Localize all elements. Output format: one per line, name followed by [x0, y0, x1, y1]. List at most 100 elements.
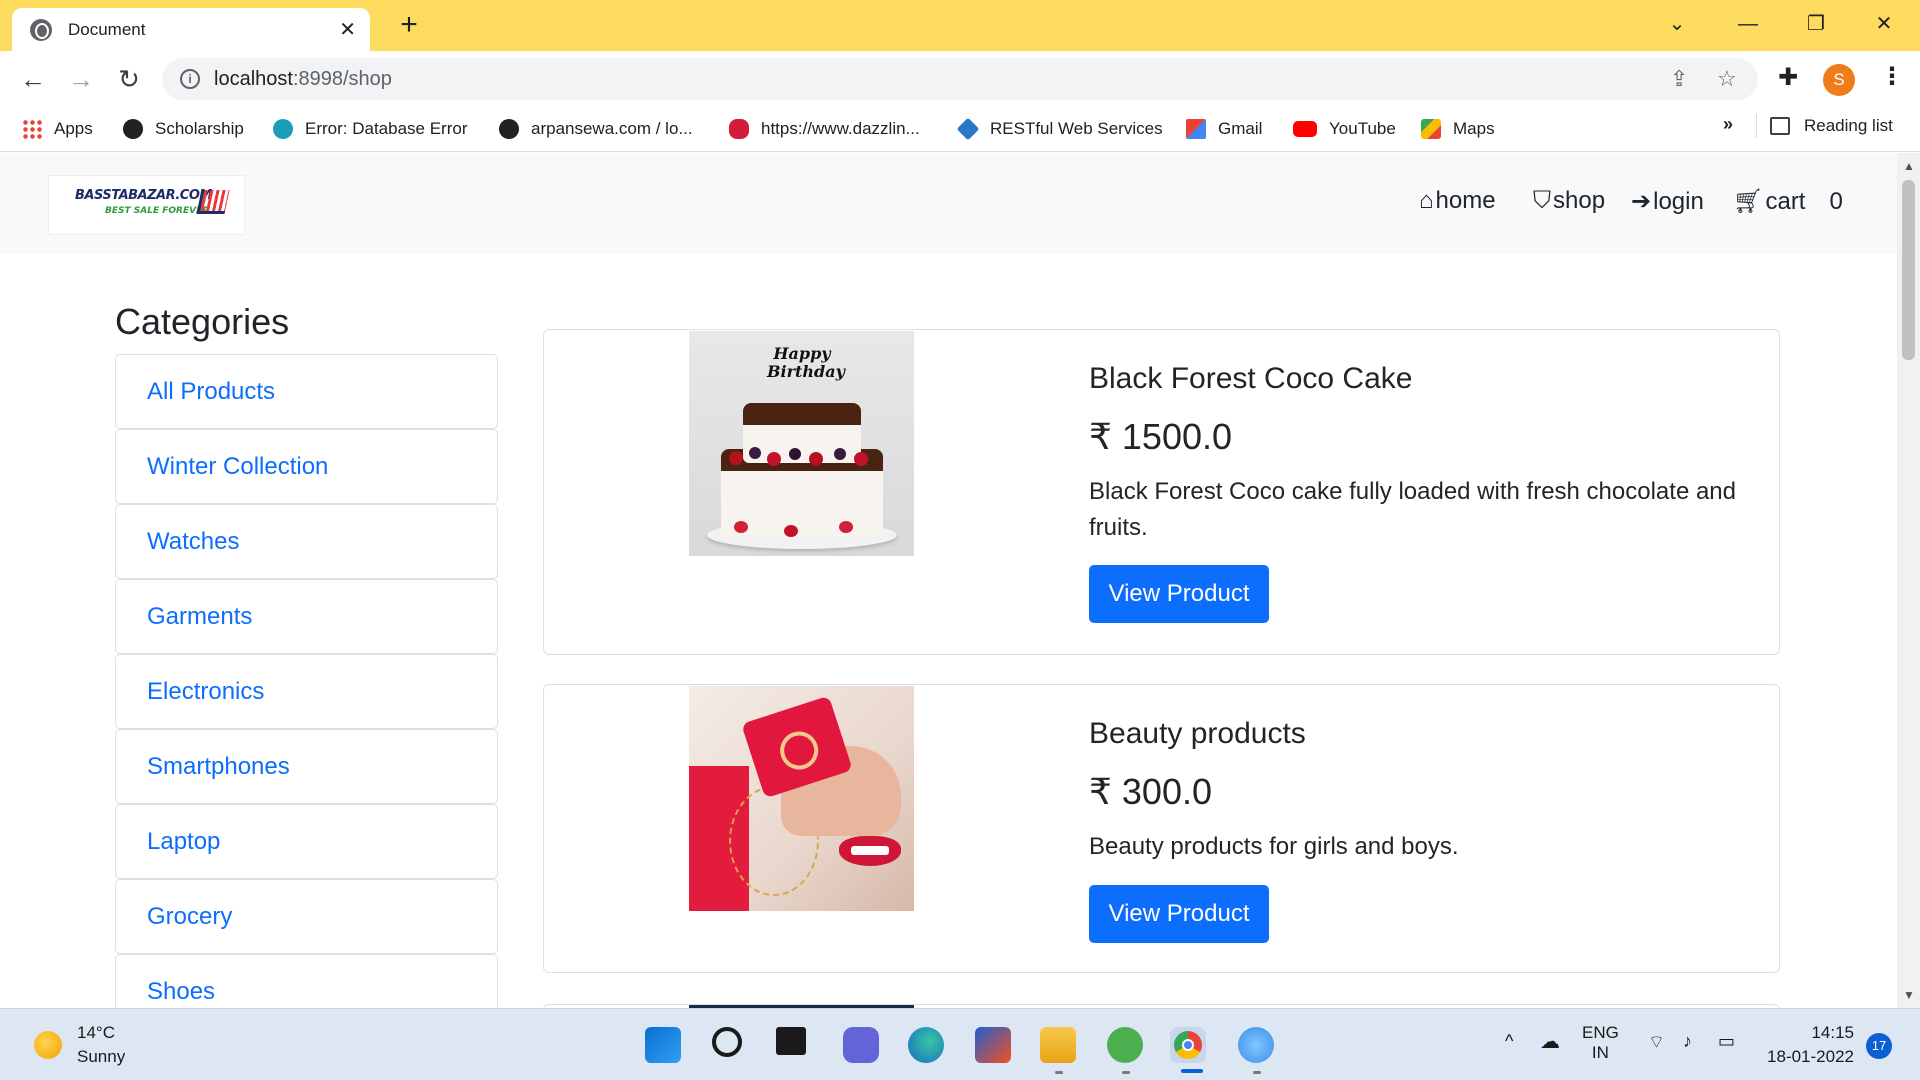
diamond-icon — [956, 117, 980, 141]
category-smartphones[interactable]: Smartphones — [115, 729, 498, 804]
nav-home-link[interactable]: ⌂ home — [1419, 187, 1496, 215]
forward-button[interactable]: → — [61, 59, 101, 99]
show-hidden-icons-chevron-icon[interactable]: ^ — [1505, 1031, 1513, 1052]
view-product-button[interactable]: View Product — [1089, 565, 1269, 623]
start-windows-icon[interactable] — [645, 1027, 681, 1063]
nav-cart-link[interactable]: 🛒︎ cart 0 — [1733, 187, 1843, 216]
notification-badge[interactable]: 17 — [1866, 1033, 1892, 1059]
chrome-browser-icon[interactable] — [1170, 1027, 1206, 1063]
profile-avatar[interactable]: S — [1823, 64, 1855, 96]
category-grocery[interactable]: Grocery — [115, 879, 498, 954]
category-garments[interactable]: Garments — [115, 579, 498, 654]
wifi-icon[interactable]: ⌔ — [1648, 1031, 1665, 1054]
bookmark-gmail[interactable]: Gmail — [1186, 116, 1262, 142]
browser-tab-active[interactable]: Document ✕ — [12, 8, 370, 51]
bookmark-maps[interactable]: Maps — [1421, 116, 1495, 142]
nav-shop-link[interactable]: ⛉ shop — [1533, 187, 1605, 215]
product-name: Beauty products — [1089, 717, 1306, 750]
product-card: Happy Birthday Black Forest Coco Cake ₹ … — [543, 329, 1780, 655]
apps-grid-icon — [22, 119, 42, 139]
logo-tagline: BEST SALE FOREVER — [105, 206, 210, 216]
site-logo[interactable]: BASSTABAZAR.COM BEST SALE FOREVER — [48, 175, 245, 235]
clock[interactable]: 14:15 18-01-2022 — [1766, 1023, 1854, 1067]
cake-topper-text: Happy Birthday — [767, 344, 845, 381]
search-icon[interactable] — [712, 1027, 742, 1057]
bookmark-restful[interactable]: RESTful Web Services — [956, 116, 1163, 142]
bookmarks-overflow-button[interactable]: » — [1723, 114, 1733, 135]
back-button[interactable]: ← — [13, 59, 53, 99]
bookmark-dazzling[interactable]: https://www.dazzlin... — [729, 116, 920, 142]
close-window-button[interactable]: ✕ — [1854, 6, 1914, 42]
paint-app-icon[interactable] — [1238, 1027, 1274, 1063]
scroll-up-arrow-icon[interactable]: ▲ — [1903, 159, 1915, 173]
tab-search-chevron-icon[interactable]: ⌄ — [1647, 6, 1707, 42]
running-indicator — [1122, 1071, 1130, 1074]
minimize-button[interactable]: — — [1718, 6, 1778, 42]
browser-tab-strip: Document ✕ + ⌄ — ❐ ✕ — [0, 0, 1920, 51]
site-navbar: BASSTABAZAR.COM BEST SALE FOREVER ⌂ home… — [0, 153, 1897, 254]
category-all-products[interactable]: All Products — [115, 354, 498, 429]
spring-tool-suite-icon[interactable] — [1107, 1027, 1143, 1063]
reading-list-icon — [1770, 117, 1790, 135]
battery-icon[interactable]: ▭ — [1718, 1031, 1735, 1052]
bookmarks-bar: Apps Scholarship Error: Database Error a… — [0, 106, 1920, 152]
category-electronics[interactable]: Electronics — [115, 654, 498, 729]
site-info-icon[interactable]: i — [180, 69, 200, 89]
bookmark-apps[interactable]: Apps — [22, 116, 93, 142]
bookmark-arpansewa[interactable]: arpansewa.com / lo... — [499, 116, 693, 142]
gmail-icon — [1186, 119, 1206, 139]
scroll-down-arrow-icon[interactable]: ▼ — [1903, 988, 1915, 1002]
file-explorer-icon[interactable] — [1040, 1027, 1076, 1063]
share-icon[interactable]: ⇪ — [1670, 66, 1688, 92]
globe-icon — [123, 119, 143, 139]
lips-icon — [729, 119, 749, 139]
clock-date: 18-01-2022 — [1767, 1047, 1854, 1066]
product-image-cake[interactable]: Happy Birthday — [689, 331, 914, 556]
product-card: Beauty products ₹ 300.0 Beauty products … — [543, 684, 1780, 973]
language-indicator[interactable]: ENG IN — [1582, 1023, 1619, 1063]
product-description: Beauty products for girls and boys. — [1089, 833, 1459, 860]
address-bar[interactable]: i localhost:8998/shop ⇪ ☆ — [162, 58, 1758, 100]
scrollbar-thumb[interactable] — [1902, 180, 1915, 360]
reading-list-button[interactable]: Reading list — [1770, 116, 1893, 136]
category-winter-collection[interactable]: Winter Collection — [115, 429, 498, 504]
categories-list: All Products Winter Collection Watches G… — [115, 354, 498, 1008]
home-icon: ⌂ — [1419, 187, 1434, 214]
bookmark-star-icon[interactable]: ☆ — [1717, 66, 1737, 92]
category-laptop[interactable]: Laptop — [115, 804, 498, 879]
new-tab-button[interactable]: + — [392, 8, 426, 42]
product-image-beauty[interactable] — [689, 686, 914, 911]
login-icon: ➔ — [1631, 188, 1652, 215]
extensions-puzzle-icon[interactable]: ✚ — [1778, 63, 1798, 92]
logo-wordmark: BASSTABAZAR.COM — [75, 188, 212, 203]
weather-condition[interactable]: Sunny — [77, 1047, 125, 1067]
bookmark-scholarship[interactable]: Scholarship — [123, 116, 244, 142]
microsoft-store-icon[interactable] — [975, 1027, 1011, 1063]
youtube-icon — [1293, 121, 1317, 137]
tab-title: Document — [68, 19, 146, 39]
cart-count: 0 — [1829, 187, 1843, 215]
restore-button[interactable]: ❐ — [1786, 6, 1846, 42]
volume-icon[interactable]: ♪ — [1683, 1031, 1692, 1052]
view-product-button[interactable]: View Product — [1089, 885, 1269, 943]
nav-login-link[interactable]: ➔ login — [1631, 187, 1704, 216]
page-scrollbar[interactable]: ▲ ▼ — [1897, 153, 1920, 1008]
task-view-icon[interactable] — [776, 1027, 806, 1055]
category-shoes[interactable]: Shoes — [115, 954, 498, 1008]
teams-chat-icon[interactable] — [843, 1027, 879, 1063]
url-text[interactable]: localhost:8998/shop — [214, 68, 392, 91]
reload-button[interactable]: ↻ — [109, 59, 149, 99]
bookmark-database-error[interactable]: Error: Database Error — [273, 116, 468, 142]
cart-icon: 🛒︎ — [1733, 188, 1764, 215]
bookmarks-divider — [1756, 114, 1757, 138]
edge-browser-icon[interactable] — [908, 1027, 944, 1063]
category-watches[interactable]: Watches — [115, 504, 498, 579]
close-tab-icon[interactable]: ✕ — [339, 17, 356, 42]
onedrive-cloud-icon[interactable]: ☁ — [1540, 1029, 1560, 1054]
browser-menu-icon[interactable]: ⋮ — [1880, 62, 1904, 91]
weather-sun-icon[interactable] — [34, 1031, 62, 1059]
weather-temperature[interactable]: 14°C — [77, 1023, 115, 1043]
bookmark-youtube[interactable]: YouTube — [1293, 116, 1396, 142]
product-price: ₹ 1500.0 — [1089, 416, 1233, 457]
categories-heading: Categories — [115, 301, 290, 342]
